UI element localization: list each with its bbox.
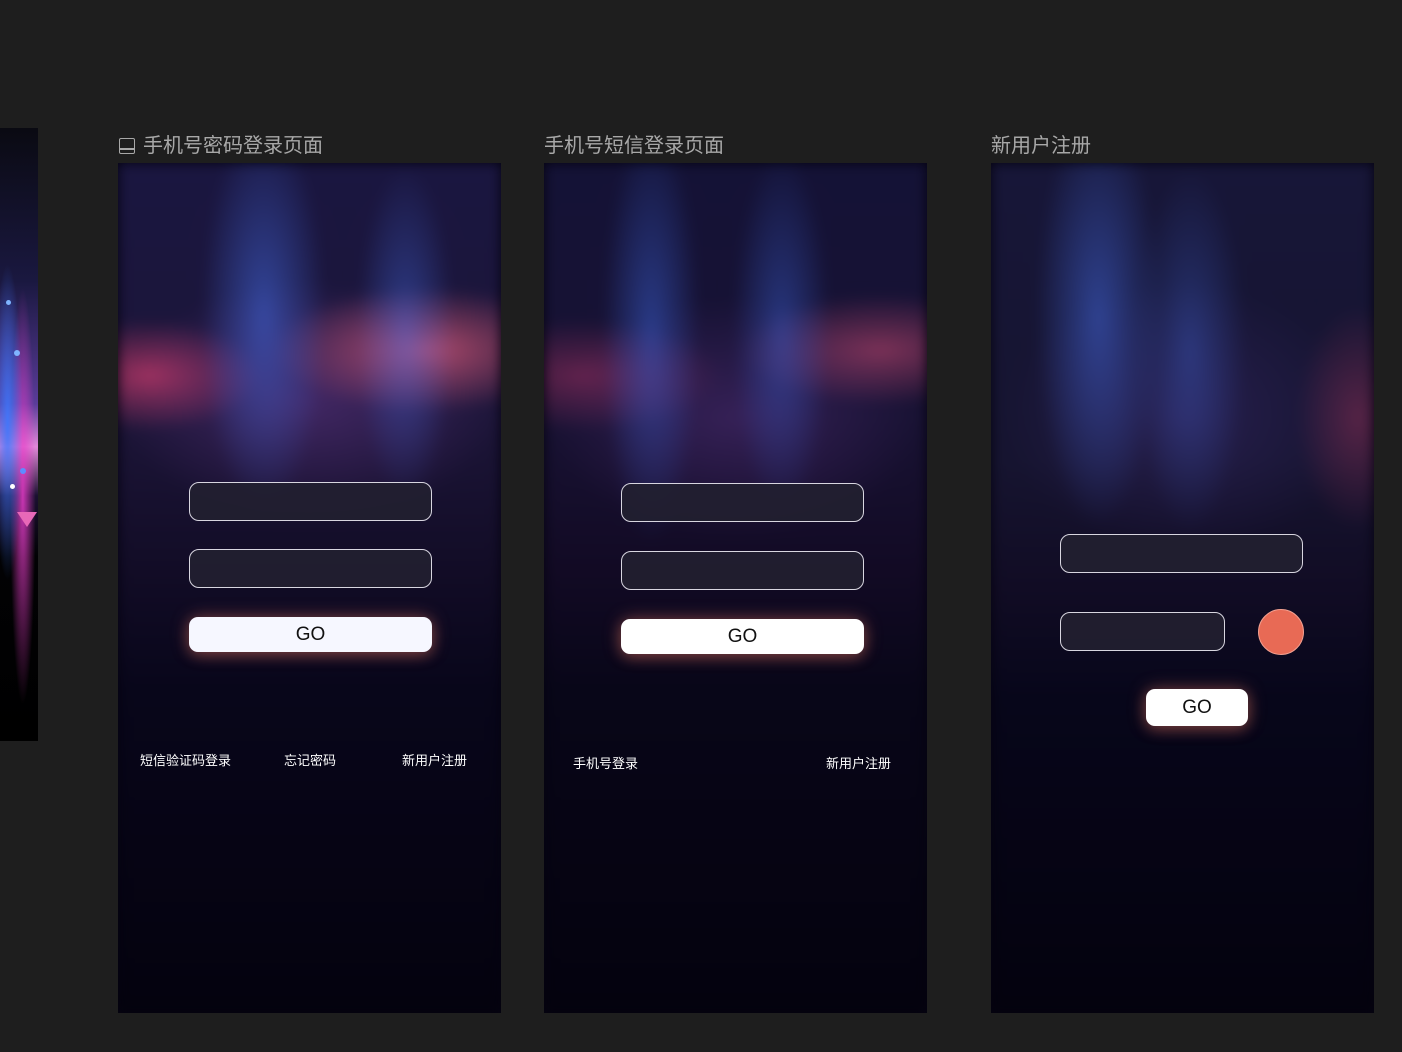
go-button[interactable]: GO [1146, 689, 1248, 726]
send-code-button[interactable] [1258, 609, 1304, 655]
artboard-sms-login: GO 手机号登录 新用户注册 [544, 163, 927, 1013]
phone-login-link[interactable]: 手机号登录 [573, 755, 638, 773]
triangle-shape [17, 512, 37, 527]
artboard-title: 新用户注册 [991, 135, 1091, 157]
register-link[interactable]: 新用户注册 [402, 752, 467, 770]
go-button[interactable]: GO [189, 617, 432, 652]
artboard-label-register[interactable]: 新用户注册 [991, 131, 1091, 161]
artboard-title: 手机号短信登录页面 [544, 135, 724, 157]
password-input[interactable] [189, 549, 432, 588]
register-link[interactable]: 新用户注册 [826, 755, 891, 773]
phone-input[interactable] [621, 483, 864, 522]
forgot-password-link[interactable]: 忘记密码 [284, 752, 336, 770]
light-dot [20, 468, 26, 474]
artboard-password-login: GO 短信验证码登录 忘记密码 新用户注册 [118, 163, 501, 1013]
sms-code-login-link[interactable]: 短信验证码登录 [140, 752, 231, 770]
light-dot [10, 484, 15, 489]
artboard-label-sms-login[interactable]: 手机号短信登录页面 [544, 131, 724, 161]
artboard-label-password-login[interactable]: 手机号密码登录页面 [119, 131, 323, 161]
phone-input[interactable] [1060, 534, 1303, 573]
phone-input[interactable] [189, 482, 432, 521]
artboard-title: 手机号密码登录页面 [143, 135, 323, 157]
go-button[interactable]: GO [621, 619, 864, 654]
design-canvas: 手机号密码登录页面 GO 短信验证码登录 忘记密码 新用户注册 手机号短信登录页… [0, 0, 1402, 1052]
sms-code-input[interactable] [621, 551, 864, 590]
light-dot [14, 350, 20, 356]
concert-photo-thumbnail[interactable] [0, 128, 38, 741]
light-dot [6, 300, 11, 305]
frame-icon [119, 138, 135, 154]
artboard-register: GO [991, 163, 1374, 1013]
blurred-stage-background [118, 163, 501, 1013]
verification-code-input[interactable] [1060, 612, 1225, 651]
blurred-stage-background [991, 163, 1374, 1013]
